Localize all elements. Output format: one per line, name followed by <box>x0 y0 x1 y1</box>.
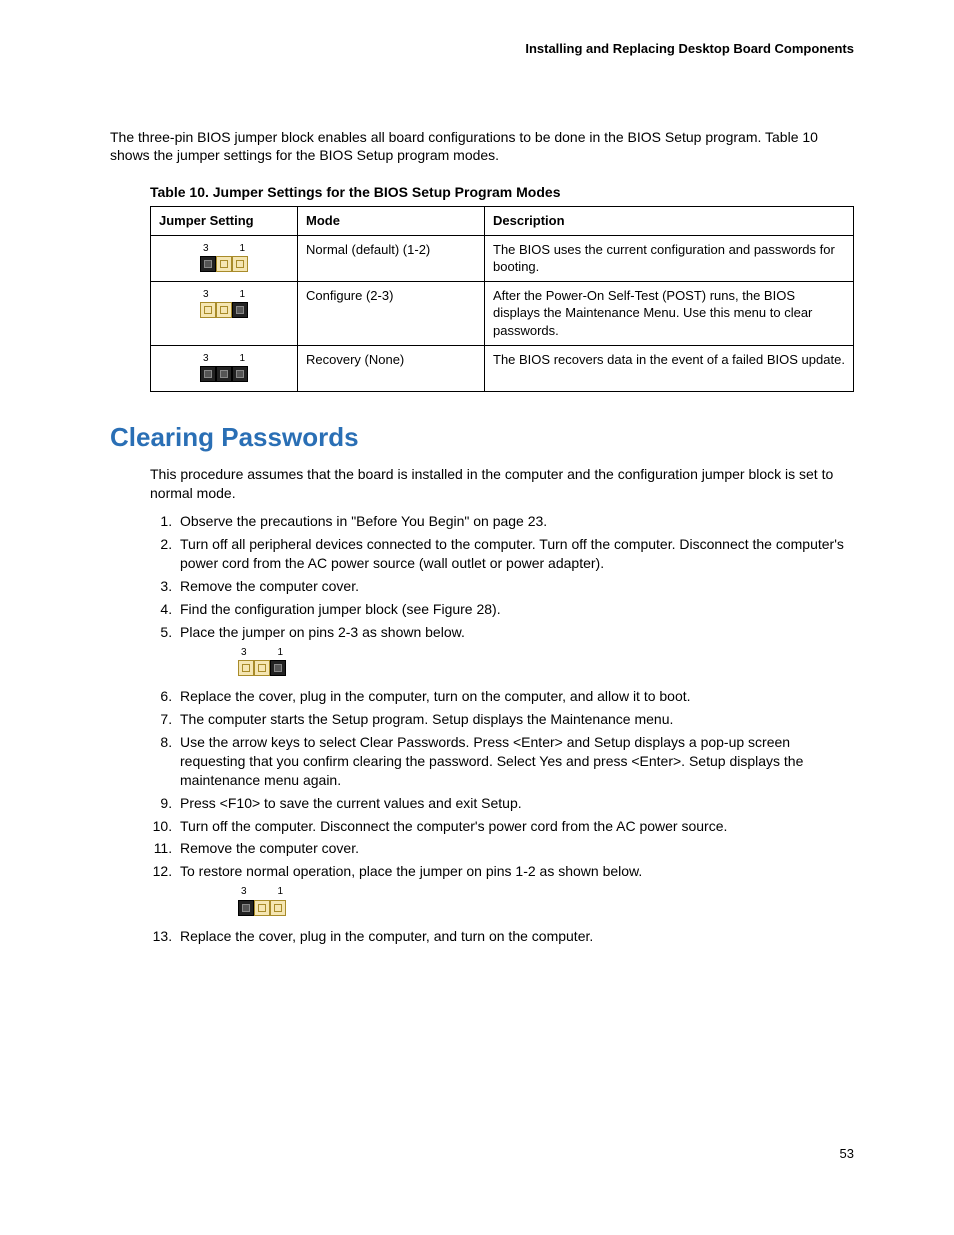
jumper-settings-table: Jumper Setting Mode Description 31 Norma… <box>150 206 854 391</box>
list-item: Remove the computer cover. <box>176 577 854 596</box>
list-item: Observe the precautions in "Before You B… <box>176 512 854 531</box>
list-item: Place the jumper on pins 2-3 as shown be… <box>176 623 854 681</box>
section-intro: This procedure assumes that the board is… <box>150 465 854 503</box>
list-item: Turn off all peripheral devices connecte… <box>176 535 854 573</box>
cell-mode: Configure (2-3) <box>298 281 485 345</box>
page-header: Installing and Replacing Desktop Board C… <box>110 40 854 58</box>
list-item: Replace the cover, plug in the computer,… <box>176 927 854 946</box>
th-desc: Description <box>485 207 854 236</box>
list-item: Remove the computer cover. <box>176 839 854 858</box>
cell-mode: Recovery (None) <box>298 345 485 391</box>
th-mode: Mode <box>298 207 485 236</box>
jumper-diagram-step12: 31 <box>238 885 286 916</box>
section-heading: Clearing Passwords <box>110 420 854 455</box>
table-row: 31 Normal (default) (1-2) The BIOS uses … <box>151 235 854 281</box>
list-item: Use the arrow keys to select Clear Passw… <box>176 733 854 790</box>
list-item: Find the configuration jumper block (see… <box>176 600 854 619</box>
table-title: Table 10. Jumper Settings for the BIOS S… <box>150 183 854 202</box>
cell-desc: After the Power-On Self-Test (POST) runs… <box>485 281 854 345</box>
cell-desc: The BIOS recovers data in the event of a… <box>485 345 854 391</box>
jumper-diagram-step5: 31 <box>238 646 286 677</box>
list-item: Replace the cover, plug in the computer,… <box>176 687 854 706</box>
steps-list: Observe the precautions in "Before You B… <box>150 512 854 945</box>
list-item: Turn off the computer. Disconnect the co… <box>176 817 854 836</box>
cell-mode: Normal (default) (1-2) <box>298 235 485 281</box>
list-item: Press <F10> to save the current values a… <box>176 794 854 813</box>
list-item: The computer starts the Setup program. S… <box>176 710 854 729</box>
list-item: To restore normal operation, place the j… <box>176 862 854 920</box>
cell-desc: The BIOS uses the current configuration … <box>485 235 854 281</box>
jumper-diagram-normal: 31 <box>200 242 248 273</box>
page-number: 53 <box>110 1145 854 1163</box>
th-jumper: Jumper Setting <box>151 207 298 236</box>
jumper-diagram-configure: 31 <box>200 288 248 319</box>
jumper-diagram-recovery: 31 <box>200 352 248 383</box>
table-row: 31 Configure (2-3) After the Power-On Se… <box>151 281 854 345</box>
intro-paragraph: The three-pin BIOS jumper block enables … <box>110 128 854 166</box>
table-row: 31 Recovery (None) The BIOS recovers dat… <box>151 345 854 391</box>
